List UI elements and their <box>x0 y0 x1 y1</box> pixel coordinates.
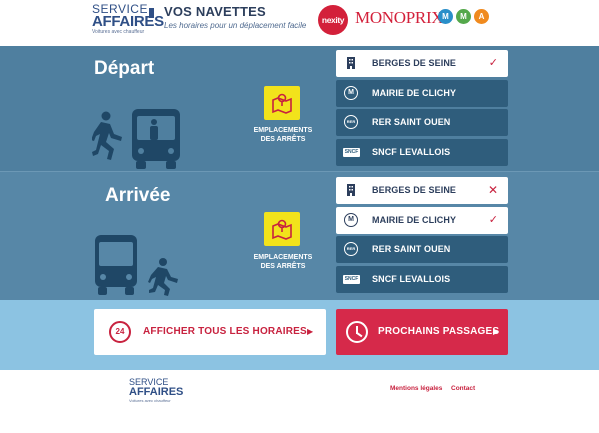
map-pin-icon <box>272 93 292 114</box>
contact-link[interactable]: Contact <box>451 385 475 392</box>
legal-notice-link[interactable]: Mentions légales <box>390 385 442 392</box>
rer-icon: RER <box>344 242 358 256</box>
clock-icon <box>346 321 368 343</box>
bus-runner-icon <box>95 235 178 296</box>
building-icon <box>347 184 355 196</box>
stop-label: MAIRIE DE CLICHY <box>372 88 457 98</box>
next-departures-label: PROCHAINS PASSAGES <box>378 326 500 337</box>
close-icon[interactable]: ✕ <box>488 184 498 196</box>
arrivee-map-label: EMPLACEMENTS DES ARRÊTS <box>243 253 323 271</box>
depart-map-button[interactable] <box>264 86 300 120</box>
stop-label: SNCF LEVALLOIS <box>372 274 451 284</box>
mma-logo-m1: M <box>438 9 453 24</box>
stop-label: RER SAINT OUEN <box>372 244 451 254</box>
depart-stop-berges-de-seine[interactable]: BERGES DE SEINE ✓ <box>336 50 508 77</box>
service-affaires-logo[interactable]: SERVICE AFFAIRES Voitures avec chauffeur <box>92 3 164 41</box>
clock-24-icon: 24 <box>109 321 131 343</box>
footer <box>0 370 599 433</box>
nexity-logo: nexity <box>318 5 348 35</box>
next-departures-button[interactable]: PROCHAINS PASSAGES ▶ <box>336 309 508 355</box>
footer-logo[interactable]: SERVICE AFFAIRES Voitures avec chauffeur <box>129 378 184 406</box>
depart-map-label: EMPLACEMENTS DES ARRÊTS <box>243 126 323 144</box>
arrivee-map-button[interactable] <box>264 212 300 246</box>
stop-label: MAIRIE DE CLICHY <box>372 215 457 225</box>
depart-stop-mairie-de-clichy[interactable]: M MAIRIE DE CLICHY <box>336 80 508 107</box>
map-label-line2: DES ARRÊTS <box>260 136 306 143</box>
show-all-schedules-label: AFFICHER TOUS LES HORAIRES <box>143 326 307 337</box>
rer-icon: RER <box>344 115 358 129</box>
metro-icon: M <box>344 86 358 100</box>
building-icon <box>347 57 355 69</box>
metro-icon: M <box>344 213 358 227</box>
sncf-icon: SNCF <box>343 148 360 157</box>
stop-label: SNCF LEVALLOIS <box>372 147 451 157</box>
depart-stop-sncf-levallois[interactable]: SNCF SNCF LEVALLOIS <box>336 139 508 166</box>
map-pin-icon <box>272 219 292 240</box>
show-all-schedules-button[interactable]: 24 AFFICHER TOUS LES HORAIRES ▶ <box>94 309 326 355</box>
map-label-line1: EMPLACEMENTS <box>253 254 313 261</box>
monoprix-logo: MONOPRIX <box>355 8 444 27</box>
footer-logo-line3: Voitures avec chauffeur <box>129 398 171 403</box>
header: SERVICE AFFAIRES Voitures avec chauffeur… <box>0 0 599 46</box>
check-icon: ✓ <box>488 57 498 69</box>
arrivee-stop-rer-saint-ouen[interactable]: RER RER SAINT OUEN <box>336 236 508 263</box>
stop-label: RER SAINT OUEN <box>372 117 451 127</box>
arrivee-stop-mairie-de-clichy[interactable]: M MAIRIE DE CLICHY ✓ <box>336 207 508 234</box>
check-icon: ✓ <box>488 214 498 226</box>
mma-logo-a: A <box>474 9 489 24</box>
logo-mark <box>149 8 154 18</box>
map-label-line1: EMPLACEMENTS <box>253 127 313 134</box>
mma-logo-m2: M <box>456 9 471 24</box>
logo-line2: AFFAIRES <box>92 13 164 30</box>
sncf-icon: SNCF <box>343 275 360 284</box>
map-label-line2: DES ARRÊTS <box>260 263 306 270</box>
arrivee-title: Arrivée <box>105 185 171 206</box>
stop-label: BERGES DE SEINE <box>372 185 457 195</box>
depart-title: Départ <box>94 58 155 79</box>
play-arrow-icon: ▶ <box>307 327 314 336</box>
stop-label: BERGES DE SEINE <box>372 58 457 68</box>
play-arrow-icon: ▶ <box>493 327 500 336</box>
arrivee-stop-berges-de-seine[interactable]: BERGES DE SEINE ✕ <box>336 177 508 204</box>
page-subtitle: Les horaires pour un déplacement facile <box>164 21 307 30</box>
runner-bus-icon <box>92 109 180 169</box>
page-title: VOS NAVETTES <box>164 4 266 19</box>
footer-logo-line2: AFFAIRES <box>129 386 184 398</box>
depart-stop-rer-saint-ouen[interactable]: RER RER SAINT OUEN <box>336 109 508 136</box>
arrivee-stop-sncf-levallois[interactable]: SNCF SNCF LEVALLOIS <box>336 266 508 293</box>
